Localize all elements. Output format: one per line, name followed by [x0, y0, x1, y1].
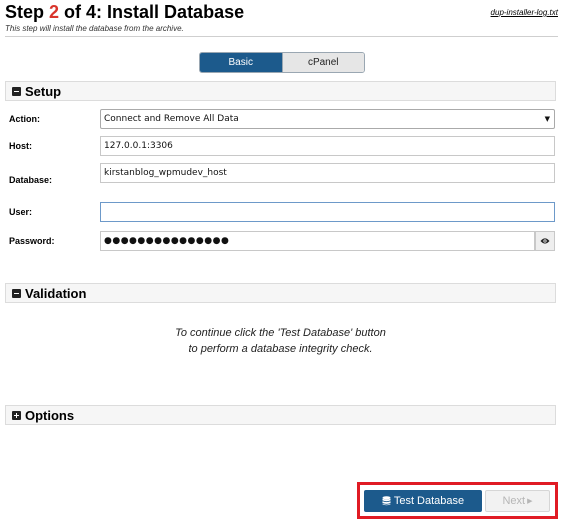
validation-section-title: Validation	[25, 285, 87, 301]
user-label: User:	[9, 207, 33, 217]
validation-line-2: to perform a database integrity check.	[188, 343, 373, 355]
host-label: Host:	[9, 141, 32, 151]
tab-cpanel[interactable]: cPanel	[281, 53, 364, 72]
validation-message: To continue click the 'Test Database' bu…	[0, 325, 561, 357]
eye-icon	[540, 238, 550, 244]
title-suffix: : Install Database	[96, 2, 245, 22]
test-database-label: Test Database	[393, 495, 465, 507]
setup-section-header[interactable]: Setup	[5, 81, 556, 101]
setup-section-title: Setup	[25, 83, 62, 99]
password-input[interactable]: ●●●●●●●●●●●●●●●	[100, 231, 535, 251]
database-label: Database:	[9, 175, 53, 185]
validation-section-header[interactable]: Validation	[5, 283, 556, 303]
validation-line-1: To continue click the 'Test Database' bu…	[175, 327, 386, 339]
mode-toggle: Basic cPanel	[199, 52, 365, 73]
page-title: Step 2 of 4: Install Database	[5, 2, 244, 23]
action-select[interactable]: Connect and Remove All Data ▼	[100, 109, 555, 129]
total-steps-number: 4	[86, 2, 97, 22]
collapse-icon	[12, 288, 21, 298]
action-label: Action:	[9, 114, 40, 124]
database-input[interactable]: kirstanblog_wpmudev_host	[100, 163, 555, 183]
page-subtitle: This step will install the database from…	[5, 24, 184, 33]
next-label: Next	[502, 495, 526, 507]
title-prefix: Step	[5, 2, 50, 22]
header-divider	[5, 36, 558, 37]
tab-basic[interactable]: Basic	[200, 53, 282, 72]
database-icon	[382, 496, 391, 506]
title-mid: of	[59, 2, 87, 22]
action-selected-value: Connect and Remove All Data	[104, 114, 239, 124]
next-button[interactable]: Next ▶	[485, 490, 550, 512]
current-step-number: 2	[49, 2, 60, 22]
caret-right-icon: ▶	[527, 498, 533, 505]
options-section-header[interactable]: Options	[5, 405, 556, 425]
options-section-title: Options	[25, 407, 75, 423]
installer-log-link[interactable]: dup-installer-log.txt	[491, 8, 558, 17]
caret-down-icon: ▼	[544, 115, 550, 123]
password-label: Password:	[9, 236, 55, 246]
expand-icon	[12, 410, 21, 420]
show-password-button[interactable]	[535, 231, 555, 251]
test-database-button[interactable]: Test Database	[364, 490, 482, 512]
user-input[interactable]	[100, 202, 555, 222]
collapse-icon	[12, 86, 21, 96]
host-input[interactable]: 127.0.0.1:3306	[100, 136, 555, 156]
